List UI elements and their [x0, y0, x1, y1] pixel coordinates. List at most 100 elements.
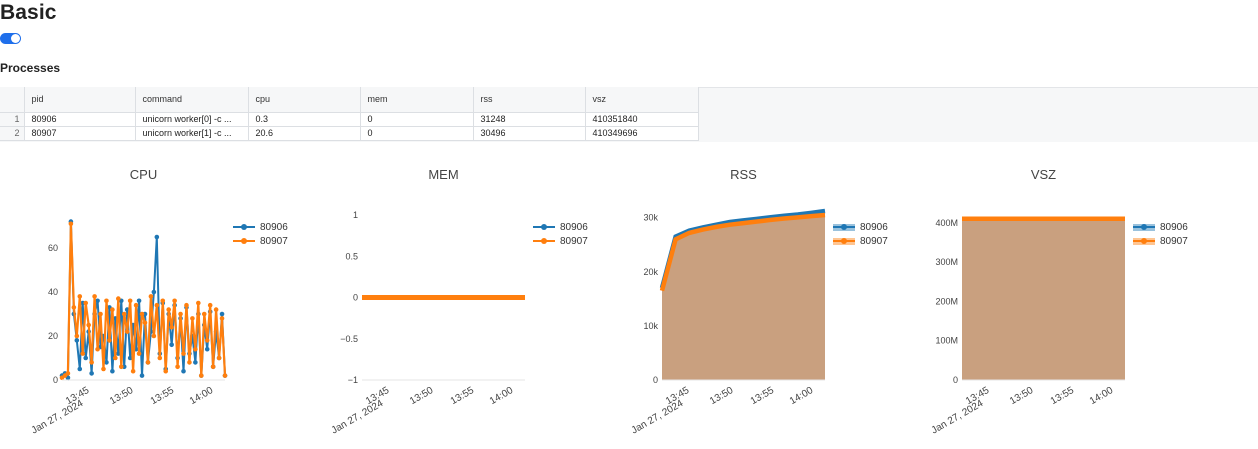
data-point-80907	[110, 307, 115, 312]
cpu-chart-svg: CPU020406013:45 13:50 13:55 14:00Jan 27, 20…	[30, 167, 289, 437]
cell-cpu[interactable]: 20.6	[248, 126, 361, 141]
data-point-80907	[118, 364, 124, 370]
rss-chart-svg: RSS010k20k30k13:45 13:50 13:55 14:00Jan 27,…	[630, 167, 889, 437]
data-point-80907	[207, 302, 213, 308]
data-point-80907	[98, 311, 103, 317]
y-tick-label: 0	[353, 293, 358, 303]
y-tick-label: 1	[353, 210, 358, 220]
vsz-chart[interactable]: VSZ 0 100M 200M 300M 400M 13:45 13:50 13:55 14:00…	[900, 150, 1200, 449]
mem-chart[interactable]: MEM −1 −0.5 0 0.5 1 13:45 13:50 13:55 14:00 Jan 27…	[300, 150, 600, 449]
data-point-80907	[130, 368, 136, 374]
data-point-80907	[104, 298, 109, 304]
data-point-80907	[86, 322, 91, 328]
cell-rss[interactable]: 31248	[473, 112, 586, 127]
legend-marker-80906	[241, 224, 247, 230]
data-point-80907	[190, 316, 195, 321]
mem-chart-svg: MEM−1−0.500.5113:45 13:50 13:55 14:00Jan 27…	[330, 167, 589, 437]
table-row[interactable]: 2 80907 unicorn worker[1] -c ... 20.6 0 …	[0, 126, 699, 141]
cpu-chart[interactable]: CPU 0 20 40 60 13:45 13:50 13:55 14:00 Jan 27, 20…	[0, 150, 300, 449]
x-date-label: Jan 27, 2024	[630, 398, 686, 437]
x-tick-label: 13:50	[408, 385, 436, 407]
legend-marker-80907	[241, 238, 247, 244]
data-point-80906	[89, 371, 94, 376]
chart-title: CPU	[130, 167, 157, 182]
legend-label-80907: 80907	[560, 236, 588, 247]
cell-pid[interactable]: 80906	[24, 112, 136, 127]
data-point-80907	[210, 364, 216, 370]
cell-pid[interactable]: 80907	[24, 126, 136, 141]
data-point-80907	[198, 373, 204, 378]
cell-vsz[interactable]: 410349696	[585, 126, 699, 141]
data-point-80907	[148, 294, 154, 299]
x-tick-label: 14:00	[788, 385, 816, 407]
cell-command[interactable]: unicorn worker[1] -c ...	[135, 126, 249, 141]
column-header-rss[interactable]: rss	[473, 87, 586, 113]
data-point-80907	[201, 311, 207, 317]
data-point-80907	[107, 338, 112, 343]
y-tick-label: 20	[48, 331, 58, 341]
legend-label-80907: 80907	[1160, 236, 1188, 247]
column-header-cpu[interactable]: cpu	[248, 87, 361, 113]
data-point-80907	[65, 371, 71, 376]
y-tick-label: 200M	[935, 296, 958, 306]
cell-cpu[interactable]: 0.3	[248, 112, 361, 127]
rss-chart[interactable]: RSS 0 10k 20k 30k 13:45 13:50 13:55 14:00 Jan 27,…	[600, 150, 900, 449]
legend-marker-80906	[541, 224, 547, 230]
y-tick-label: 400M	[935, 218, 958, 228]
legend-label-80906: 80906	[260, 222, 288, 233]
series-area-80907	[662, 215, 825, 380]
x-tick-label: 13:55	[449, 385, 477, 407]
cell-mem[interactable]: 0	[360, 126, 474, 141]
data-point-80907	[139, 311, 145, 317]
legend-label-80907: 80907	[860, 236, 888, 247]
data-point-80907	[163, 368, 169, 374]
data-point-80907	[121, 311, 127, 317]
index-header	[0, 87, 25, 113]
toggle-switch[interactable]	[0, 33, 21, 44]
data-point-80907	[172, 298, 177, 304]
y-tick-label: 300M	[935, 257, 958, 267]
column-header-mem[interactable]: mem	[360, 87, 474, 113]
legend-label-80906: 80906	[860, 222, 888, 233]
table-row[interactable]: 1 80906 unicorn worker[0] -c ... 0.3 0 3…	[0, 112, 699, 127]
data-point-80907	[74, 333, 80, 339]
data-point-80907	[178, 311, 183, 317]
y-tick-label: 60	[48, 243, 58, 253]
column-header-vsz[interactable]: vsz	[585, 87, 699, 113]
data-point-80907	[80, 351, 86, 356]
y-tick-label: −1	[348, 375, 358, 385]
cell-command[interactable]: unicorn worker[0] -c ...	[135, 112, 249, 127]
data-point-80907	[213, 307, 219, 312]
data-point-80907	[116, 296, 121, 301]
data-point-80907	[145, 360, 151, 365]
legend-label-80907: 80907	[260, 236, 288, 247]
cell-rss[interactable]: 30496	[473, 126, 586, 141]
column-header-pid[interactable]: pid	[24, 87, 136, 113]
x-date-label: Jan 27, 2024	[930, 398, 986, 437]
y-tick-label: 100M	[935, 336, 958, 346]
data-point-80907	[101, 366, 106, 372]
legend-label-80906: 80906	[1160, 222, 1188, 233]
y-tick-label: 20k	[643, 267, 658, 277]
cell-mem[interactable]: 0	[360, 112, 474, 127]
data-point-80907	[92, 294, 97, 299]
data-point-80907	[133, 302, 139, 308]
cell-vsz[interactable]: 410351840	[585, 112, 699, 127]
data-point-80907	[113, 355, 118, 361]
x-date-label: Jan 27, 2024	[30, 398, 86, 437]
data-point-80907	[77, 294, 83, 299]
x-date-label: Jan 27, 2024	[330, 398, 386, 437]
processes-title: Processes	[0, 61, 61, 75]
column-header-command[interactable]: command	[135, 87, 249, 113]
data-point-80906	[136, 298, 142, 304]
x-tick-label: 13:55	[149, 385, 177, 407]
legend-label-80906: 80906	[560, 222, 588, 233]
legend-marker-80907	[1141, 238, 1147, 244]
data-point-80906	[181, 368, 186, 374]
y-tick-label: 0	[953, 375, 958, 385]
row-index: 1	[0, 112, 25, 127]
data-point-80906	[193, 360, 198, 365]
data-point-80907	[175, 364, 180, 370]
data-point-80907	[83, 300, 89, 306]
vsz-chart-svg: VSZ0100M200M300M400M13:45 13:50 13:55 14:00…	[930, 167, 1189, 437]
